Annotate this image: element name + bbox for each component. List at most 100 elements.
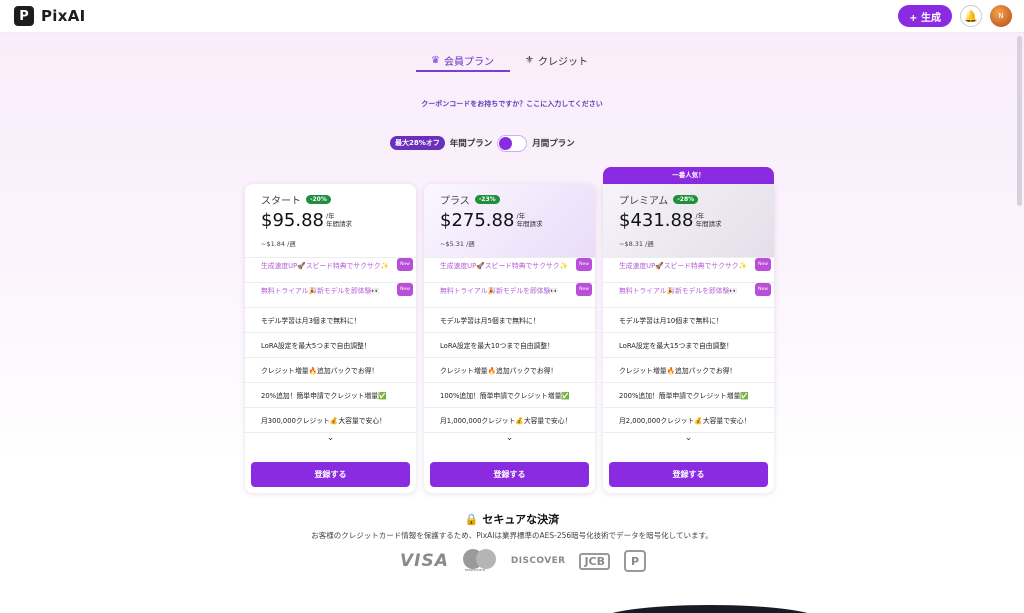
max-discount-badge: 最大28%オフ [390,136,445,150]
new-tag: New [397,283,413,296]
plan-card-start: スタート -20% $95.88/年 年間請求 ~$1.84 /週 生成速度UP🚀ス… [245,184,416,493]
credit-icon: ⚜ [525,55,534,66]
feature-item: モデル学習は月3個まで無料に！ [245,307,416,332]
crown-icon: ♛ [431,55,440,66]
bottom-decoration [600,605,820,613]
billing-label: 年間請求 [695,220,722,228]
jcb-icon: JCB [579,552,611,570]
page-scrollbar[interactable] [1017,36,1022,206]
expand-features-chevron-icon[interactable]: ⌄ [424,432,595,444]
weekly-price: ~$8.31 /週 [619,240,654,248]
user-avatar[interactable]: N [990,5,1012,27]
visa-icon: VISA [400,551,449,571]
new-tag: New [755,258,771,271]
feature-text: 無料トライアル🎉新モデルを即体験👀 [619,287,738,295]
billing-label: 年間請求 [325,220,352,228]
payment-logos: VISA mastercard DISCOVER JCB P [400,549,647,573]
new-tag: New [576,258,592,271]
mastercard-icon: mastercard [462,549,497,573]
feature-text: 無料トライアル🎉新モデルを即体験👀 [261,287,380,295]
feature-text: 生成速度UP🚀スピード特典でサクサク✨ [261,262,389,270]
feature-item: 無料トライアル🎉新モデルを即体験👀 New [424,282,595,307]
coupon-link[interactable]: クーポンコードをお持ちですか？ここに入力してください [0,99,1024,109]
subscribe-button[interactable]: 登録する [251,462,410,487]
period-switch-knob [499,136,513,150]
feature-item: モデル学習は月5個まで無料に！ [424,307,595,332]
expand-features-chevron-icon[interactable]: ⌄ [603,432,774,444]
new-tag: New [755,283,771,296]
feature-item: クレジット増量🔥追加パックでお得！ [245,357,416,382]
feature-item: 月1,000,000クレジット💰大容量で安心！ [424,407,595,432]
subscribe-button[interactable]: 登録する [430,462,589,487]
top-header: P PixAI + 生成 🔔 N [0,0,1024,33]
feature-item: モデル学習は月10個まで無料に！ [603,307,774,332]
feature-item: LoRA設定を最大10つまで自由調整！ [424,332,595,357]
plan-card-header: プラス -23% $275.88/年 年間請求 ~$5.31 /週 [424,184,595,257]
new-tag: New [397,258,413,271]
paypay-icon: P [624,550,647,572]
price-period: /年 年間請求 [516,212,542,228]
secure-payment-title: 🔒 セキュアな決済 [0,511,1024,527]
billing-period-toggle: 最大28%オフ 年間プラン 月間プラン [390,134,575,152]
subscribe-button[interactable]: 登録する [609,462,768,487]
expand-features-chevron-icon[interactable]: ⌄ [245,432,416,444]
plan-price: $275.88 [440,210,515,231]
plan-name: プレミアム [619,195,669,207]
weekly-price: ~$1.84 /週 [261,240,296,248]
generate-button[interactable]: + 生成 [898,5,952,27]
yearly-plan-label[interactable]: 年間プラン [450,137,493,149]
feature-item: 100%追加！簡単申請でクレジット増量✅ [424,382,595,407]
feature-text: 生成速度UP🚀スピード特典でサクサク✨ [440,262,568,270]
feature-list: 生成速度UP🚀スピード特典でサクサク✨ New 無料トライアル🎉新モデルを即体験👀… [245,257,416,444]
feature-text: 生成速度UP🚀スピード特典でサクサク✨ [619,262,747,270]
tab-membership[interactable]: ♛ 会員プラン [431,53,494,68]
price-period: /年 年間請求 [695,212,721,228]
mastercard-label: mastercard [464,568,485,572]
feature-item: 月2,000,000クレジット💰大容量で安心！ [603,407,774,432]
feature-item: 生成速度UP🚀スピード特典でサクサク✨ New [424,257,595,282]
feature-item: クレジット増量🔥追加パックでお得！ [424,357,595,382]
plan-card-header: プレミアム -28% $431.88/年 年間請求 ~$8.31 /週 [603,184,774,257]
price-per: /年 [516,212,526,220]
plan-card-premium: プレミアム -28% $431.88/年 年間請求 ~$8.31 /週 生成速度UP… [603,184,774,493]
pixai-logo-icon[interactable]: P [14,6,34,26]
feature-item: 無料トライアル🎉新モデルを即体験👀 New [603,282,774,307]
tab-membership-label: 会員プラン [443,57,494,68]
plan-price: $431.88 [619,210,694,231]
tab-credits-label: クレジット [537,57,588,68]
feature-text: 無料トライアル🎉新モデルを即体験👀 [440,287,559,295]
notification-bell-icon[interactable]: 🔔 [960,5,982,27]
discount-badge: -28% [673,194,699,204]
header-actions: + 生成 🔔 N [898,5,1012,27]
tab-credits[interactable]: ⚜ クレジット [525,53,588,68]
lock-icon: 🔒 [464,513,479,526]
feature-item: 無料トライアル🎉新モデルを即体験👀 New [245,282,416,307]
new-tag: New [576,283,592,296]
feature-item: クレジット増量🔥追加パックでお得！ [603,357,774,382]
feature-item: 20%追加！簡単申請でクレジット増量✅ [245,382,416,407]
discount-badge: -20% [306,194,331,204]
plan-card-plus: プラス -23% $275.88/年 年間請求 ~$5.31 /週 生成速度UP🚀ス… [424,184,595,493]
plan-price: $95.88 [261,210,324,231]
price-per: /年 [695,212,705,220]
discover-icon: DISCOVER [510,556,566,566]
feature-item: 生成速度UP🚀スピード特典でサクサク✨ New [245,257,416,282]
billing-label: 年間請求 [516,220,543,228]
weekly-price: ~$5.31 /週 [440,240,475,248]
feature-item: 生成速度UP🚀スピード特典でサクサク✨ New [603,257,774,282]
feature-list: 生成速度UP🚀スピード特典でサクサク✨ New 無料トライアル🎉新モデルを即体験👀… [603,257,774,444]
plan-name: スタート [261,195,301,207]
feature-item: 200%追加！簡単申請でクレジット増量✅ [603,382,774,407]
plan-tabs: ♛ 会員プラン ⚜ クレジット [415,50,615,74]
secure-title-text: セキュアな決済 [482,513,560,526]
most-popular-ribbon: 一番人気！ [603,167,774,184]
active-tab-underline [416,70,510,72]
monthly-plan-label[interactable]: 月間プラン [532,137,575,149]
app-name[interactable]: PixAI [41,7,86,25]
plan-card-header: スタート -20% $95.88/年 年間請求 ~$1.84 /週 [245,184,416,257]
secure-payment-description: お客様のクレジットカード情報を保護するため、PixAIは業界標準のAES-256… [311,531,713,540]
price-period: /年 年間請求 [326,212,352,228]
feature-item: LoRA設定を最大15つまで自由調整！ [603,332,774,357]
period-switch[interactable] [497,134,528,152]
feature-item: LoRA設定を最大5つまで自由調整！ [245,332,416,357]
